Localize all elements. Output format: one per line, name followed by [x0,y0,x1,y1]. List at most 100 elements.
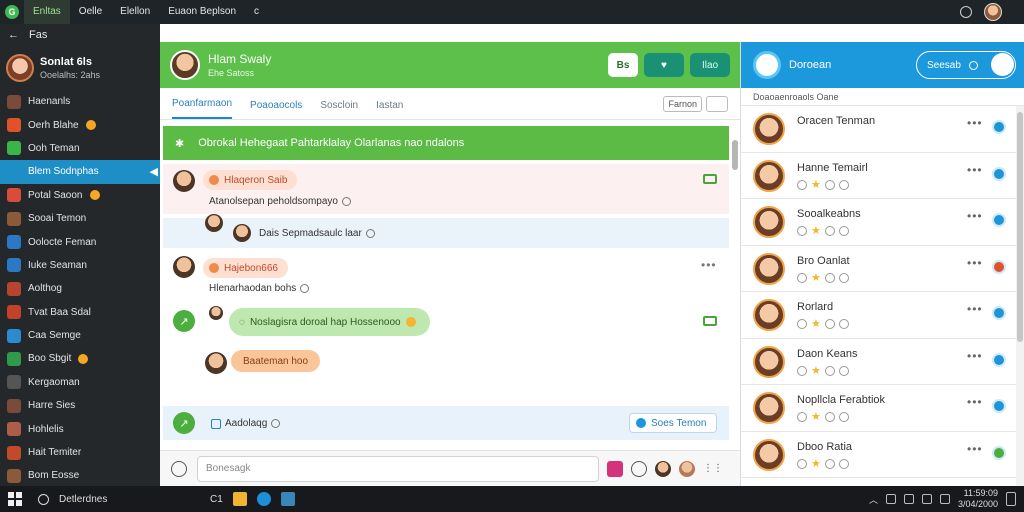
battery-icon[interactable] [921,494,932,504]
sidebar-item[interactable]: Hait Temiter [0,441,160,464]
avatar-button[interactable] [655,460,671,477]
more-options-icon[interactable]: ••• [967,116,983,130]
message-row[interactable]: Dais Sepmadsaulc laar [163,214,729,248]
emoji-picker-icon[interactable] [171,460,187,477]
menu-item-2[interactable]: Oelle [70,0,111,24]
heart-button[interactable]: ♥ [644,53,684,77]
tab-3[interactable]: Soscloin [320,100,358,119]
contact-row[interactable]: Sooalkeabns ★ ••• [741,199,1017,246]
message-row[interactable]: ↗ ◌ Noslagisra doroal hap Hossenooo [163,304,729,344]
more-options-icon[interactable]: ••• [967,302,983,316]
contact-badge-icon[interactable] [992,352,1006,367]
sidebar-item[interactable]: Bom Eosse [0,464,160,487]
chat-scrollbar[interactable] [731,132,739,440]
action-button[interactable]: Soes Temon [629,413,718,433]
tab-2[interactable]: Poaoaocols [250,100,302,119]
sidebar-item[interactable]: Harre Sies [0,394,160,417]
windows-start-icon[interactable] [8,492,22,506]
sticker-icon[interactable] [607,460,623,477]
contact-row[interactable]: Oracen Tenman ••• [741,106,1017,153]
sender-pill[interactable]: Baateman hoo [231,350,321,372]
network-icon[interactable] [885,494,896,504]
scrollbar-thumb[interactable] [732,140,738,170]
sidebar-item[interactable]: Oerh Blahe [0,113,160,136]
more-options-icon[interactable]: ••• [967,349,983,363]
menu-item-4[interactable]: Euaon Beplson [159,0,245,24]
language-icon[interactable] [939,494,950,504]
contact-badge-icon[interactable] [992,213,1006,227]
sidebar-item[interactable]: Haenanls [0,90,160,113]
contacts-scrollbar[interactable] [1016,106,1024,486]
clock-icon[interactable] [631,460,647,477]
sidebar-item[interactable]: Caa Semge [0,324,160,347]
contacts-search[interactable]: Seesab [916,51,1016,79]
message-row[interactable]: Hlaqeron Saib Atanolsepan peholdsompayo [163,164,729,214]
header-button-1[interactable]: Bs [608,53,638,77]
taskbar-item-label[interactable]: C1 [210,494,223,505]
sidebar-item[interactable]: Aolthog [0,277,160,300]
sender-pill[interactable]: Hajebon666 [203,258,288,278]
reply-icon[interactable]: ↗ [173,412,195,434]
tab-1[interactable]: Poanfarmaon [172,98,233,119]
contact-row[interactable]: Rorlard ★ ••• [741,292,1017,339]
scrollbar-thumb[interactable] [1017,112,1023,342]
menu-item-1[interactable]: Enltas [24,0,70,24]
clock[interactable]: 11:59:09 3/04/2000 [958,488,998,510]
more-options-icon[interactable]: ••• [967,163,983,177]
sender-pill[interactable]: Hlaqeron Saib [203,170,298,190]
sidebar-item[interactable]: Tvat Baa Sdal [0,301,160,324]
more-options-icon[interactable]: ••• [967,256,983,270]
contact-badge-icon[interactable] [992,259,1006,274]
header-button-3[interactable]: Ilao [690,53,730,77]
contact-badge-icon[interactable] [992,306,1006,320]
sidebar-item[interactable]: Ooh Teman [0,137,160,160]
browser-icon[interactable] [256,492,271,506]
message-input[interactable]: Bonesagk [197,455,599,482]
taskbar-search[interactable]: Detlerdnes [38,493,198,505]
reply-icon[interactable]: ↗ [173,310,195,332]
more-options-icon[interactable]: ••• [701,258,717,272]
avatar-button[interactable] [679,460,695,477]
sidebar-item[interactable]: Sooai Temon [0,207,160,230]
volume-icon[interactable] [903,494,914,504]
folder-icon[interactable] [232,492,247,506]
contact-row[interactable]: Hanne Temairl ★ ••• [741,153,1017,199]
contact-row[interactable]: Bro Oanlat ★ ••• [741,246,1017,292]
more-options-icon[interactable]: ••• [967,209,983,223]
contact-badge-icon[interactable] [992,445,1006,460]
notification-icon[interactable] [960,6,972,18]
contact-row[interactable]: Dboo Ratia ★ ••• [741,432,1017,478]
message-bubble[interactable]: ◌ Noslagisra doroal hap Hossenooo [229,308,430,336]
sidebar-item[interactable]: Blem Sodnphas ◀ [0,160,160,184]
menu-item-5[interactable]: c [245,0,268,24]
notification-center-icon[interactable] [1006,492,1016,506]
app-logo-icon[interactable]: G [0,0,24,24]
contact-badge-icon[interactable] [992,399,1006,413]
chat-avatar[interactable] [170,50,200,80]
message-row[interactable]: ↗ Aadolaqg Soes Temon [163,406,729,440]
tab-4[interactable]: Iastan [376,100,403,119]
sidebar-item[interactable]: Hohlelis [0,417,160,440]
menu-item-3[interactable]: Elellon [111,0,159,24]
more-options-icon[interactable]: ••• [967,395,983,409]
message-row[interactable]: Hajebon666 Hlenarhaodan bohs ••• [163,252,729,302]
contact-badge-icon[interactable] [992,120,1006,134]
contact-row[interactable]: Daon Keans ★ ••• [741,339,1017,385]
more-options-icon[interactable]: ••• [967,442,983,456]
contact-row[interactable]: Nopllcla Ferabtiok ★ ••• [741,385,1017,432]
chevron-up-icon[interactable]: ︿ [869,493,878,506]
sidebar-item[interactable]: Kergaoman [0,371,160,394]
app-icon[interactable] [280,492,295,506]
sidebar-item[interactable]: Boo Sbgit [0,347,160,370]
view-toggle-icon[interactable] [706,96,728,112]
contact-badge-icon[interactable] [992,166,1006,181]
sidebar-item[interactable]: Iuke Seaman [0,254,160,277]
grid-icon[interactable]: ⋮⋮ [703,461,723,477]
back-button[interactable]: ← Fas [0,24,160,46]
sidebar-item[interactable]: Oolocte Feman [0,230,160,253]
filter-button[interactable]: Farnon [663,96,702,112]
toggle-knob[interactable] [991,53,1014,76]
profile[interactable]: Sonlat 6ls Ooelalhs: 2ahs [0,46,160,90]
message-row[interactable]: Baateman hoo [163,346,729,404]
sidebar-item[interactable]: Potal Saoon [0,184,160,207]
